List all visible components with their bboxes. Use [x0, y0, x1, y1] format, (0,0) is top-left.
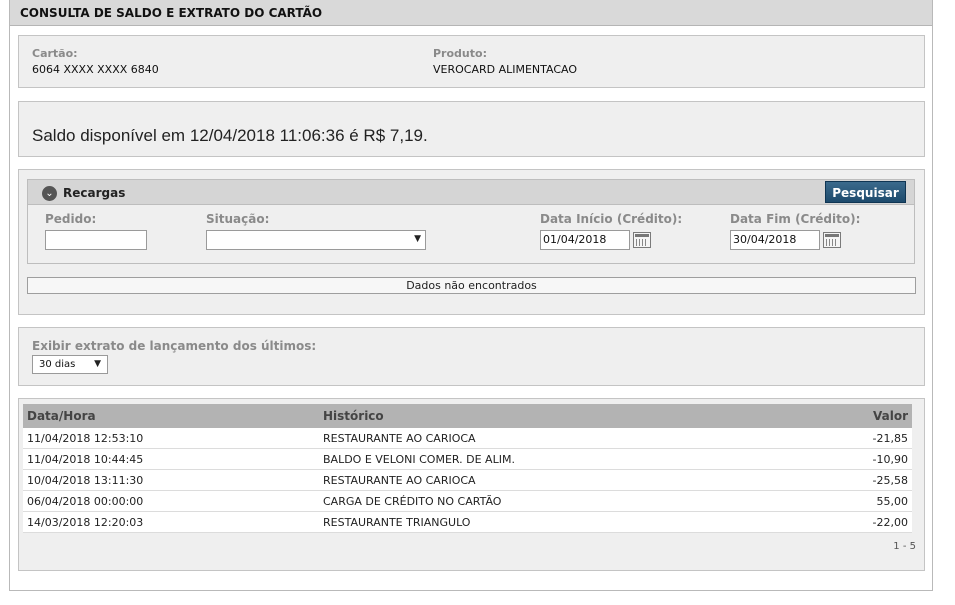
calendar-icon[interactable] — [823, 232, 841, 248]
table-row: 11/04/2018 10:44:45 BALDO E VELONI COMER… — [23, 448, 912, 470]
row-value: -25,58 — [804, 469, 912, 491]
card-info-panel: Cartão: 6064 XXXX XXXX 6840 Produto: VER… — [18, 35, 925, 88]
data-inicio-input[interactable]: 01/04/2018 — [540, 230, 630, 250]
product-label: Produto: — [433, 47, 487, 60]
card-number: 6064 XXXX XXXX 6840 — [32, 63, 159, 76]
table-row: 11/04/2018 12:53:10 RESTAURANTE AO CARIO… — [23, 428, 912, 449]
row-datetime: 11/04/2018 12:53:10 — [23, 428, 319, 449]
statement-filter-panel: Exibir extrato de lançamento dos últimos… — [18, 327, 925, 386]
balance-text: Saldo disponível em 12/04/2018 11:06:36 … — [32, 126, 428, 145]
situacao-label: Situação: — [206, 212, 270, 226]
column-header-history[interactable]: Histórico — [319, 404, 805, 428]
row-value: -10,90 — [804, 448, 912, 470]
row-history: RESTAURANTE AO CARIOCA — [319, 469, 805, 491]
chevron-down-icon[interactable]: ⌄ — [42, 186, 57, 201]
row-value: 55,00 — [804, 490, 912, 512]
table-row: 14/03/2018 12:20:03 RESTAURANTE TRIANGUL… — [23, 511, 912, 533]
main-container: CONSULTA DE SALDO E EXTRATO DO CARTÃO Ca… — [9, 0, 933, 591]
recargas-panel: ⌄ Recargas Pesquisar Pedido: Situação: ▼… — [18, 169, 925, 315]
row-history: BALDO E VELONI COMER. DE ALIM. — [319, 448, 805, 470]
period-select[interactable]: 30 dias ▼ — [32, 355, 108, 374]
row-value: -22,00 — [804, 511, 912, 533]
calendar-icon[interactable] — [633, 232, 651, 248]
pedido-input[interactable] — [45, 230, 147, 250]
recargas-header: ⌄ Recargas Pesquisar — [27, 179, 915, 205]
search-button[interactable]: Pesquisar — [825, 181, 906, 203]
row-datetime: 14/03/2018 12:20:03 — [23, 511, 319, 533]
row-history: RESTAURANTE TRIANGULO — [319, 511, 805, 533]
chevron-down-icon: ▼ — [414, 234, 421, 244]
situacao-select[interactable]: ▼ — [206, 230, 426, 250]
pagination-info: 1 - 5 — [893, 541, 916, 552]
column-header-datetime[interactable]: Data/Hora — [23, 404, 319, 428]
table-row: 10/04/2018 13:11:30 RESTAURANTE AO CARIO… — [23, 469, 912, 491]
statement-panel: Data/Hora Histórico Valor 11/04/2018 12:… — [18, 398, 925, 571]
no-data-message: Dados não encontrados — [27, 277, 916, 294]
product-value: VEROCARD ALIMENTACAO — [433, 63, 578, 76]
chevron-down-icon: ▼ — [94, 359, 101, 369]
period-selected: 30 dias — [39, 359, 76, 370]
row-datetime: 06/04/2018 00:00:00 — [23, 490, 319, 512]
recargas-filters: Pedido: Situação: ▼ Data Início (Crédito… — [27, 204, 915, 264]
title-bar: CONSULTA DE SALDO E EXTRATO DO CARTÃO — [10, 0, 932, 26]
pedido-label: Pedido: — [45, 212, 97, 226]
data-inicio-label: Data Início (Crédito): — [540, 212, 683, 226]
data-fim-label: Data Fim (Crédito): — [730, 212, 861, 226]
table-row: 06/04/2018 00:00:00 CARGA DE CRÉDITO NO … — [23, 490, 912, 512]
row-history: RESTAURANTE AO CARIOCA — [319, 428, 805, 449]
balance-panel: Saldo disponível em 12/04/2018 11:06:36 … — [18, 101, 925, 157]
table-header-row: Data/Hora Histórico Valor — [23, 404, 912, 428]
statement-table: Data/Hora Histórico Valor 11/04/2018 12:… — [23, 404, 912, 533]
row-history: CARGA DE CRÉDITO NO CARTÃO — [319, 490, 805, 512]
row-value: -21,85 — [804, 428, 912, 449]
row-datetime: 11/04/2018 10:44:45 — [23, 448, 319, 470]
column-header-value[interactable]: Valor — [804, 404, 912, 428]
page-title: CONSULTA DE SALDO E EXTRATO DO CARTÃO — [20, 6, 323, 20]
recargas-title: Recargas — [63, 186, 126, 200]
statement-filter-label: Exibir extrato de lançamento dos últimos… — [32, 339, 317, 353]
row-datetime: 10/04/2018 13:11:30 — [23, 469, 319, 491]
data-fim-input[interactable]: 30/04/2018 — [730, 230, 820, 250]
card-label: Cartão: — [32, 47, 78, 60]
